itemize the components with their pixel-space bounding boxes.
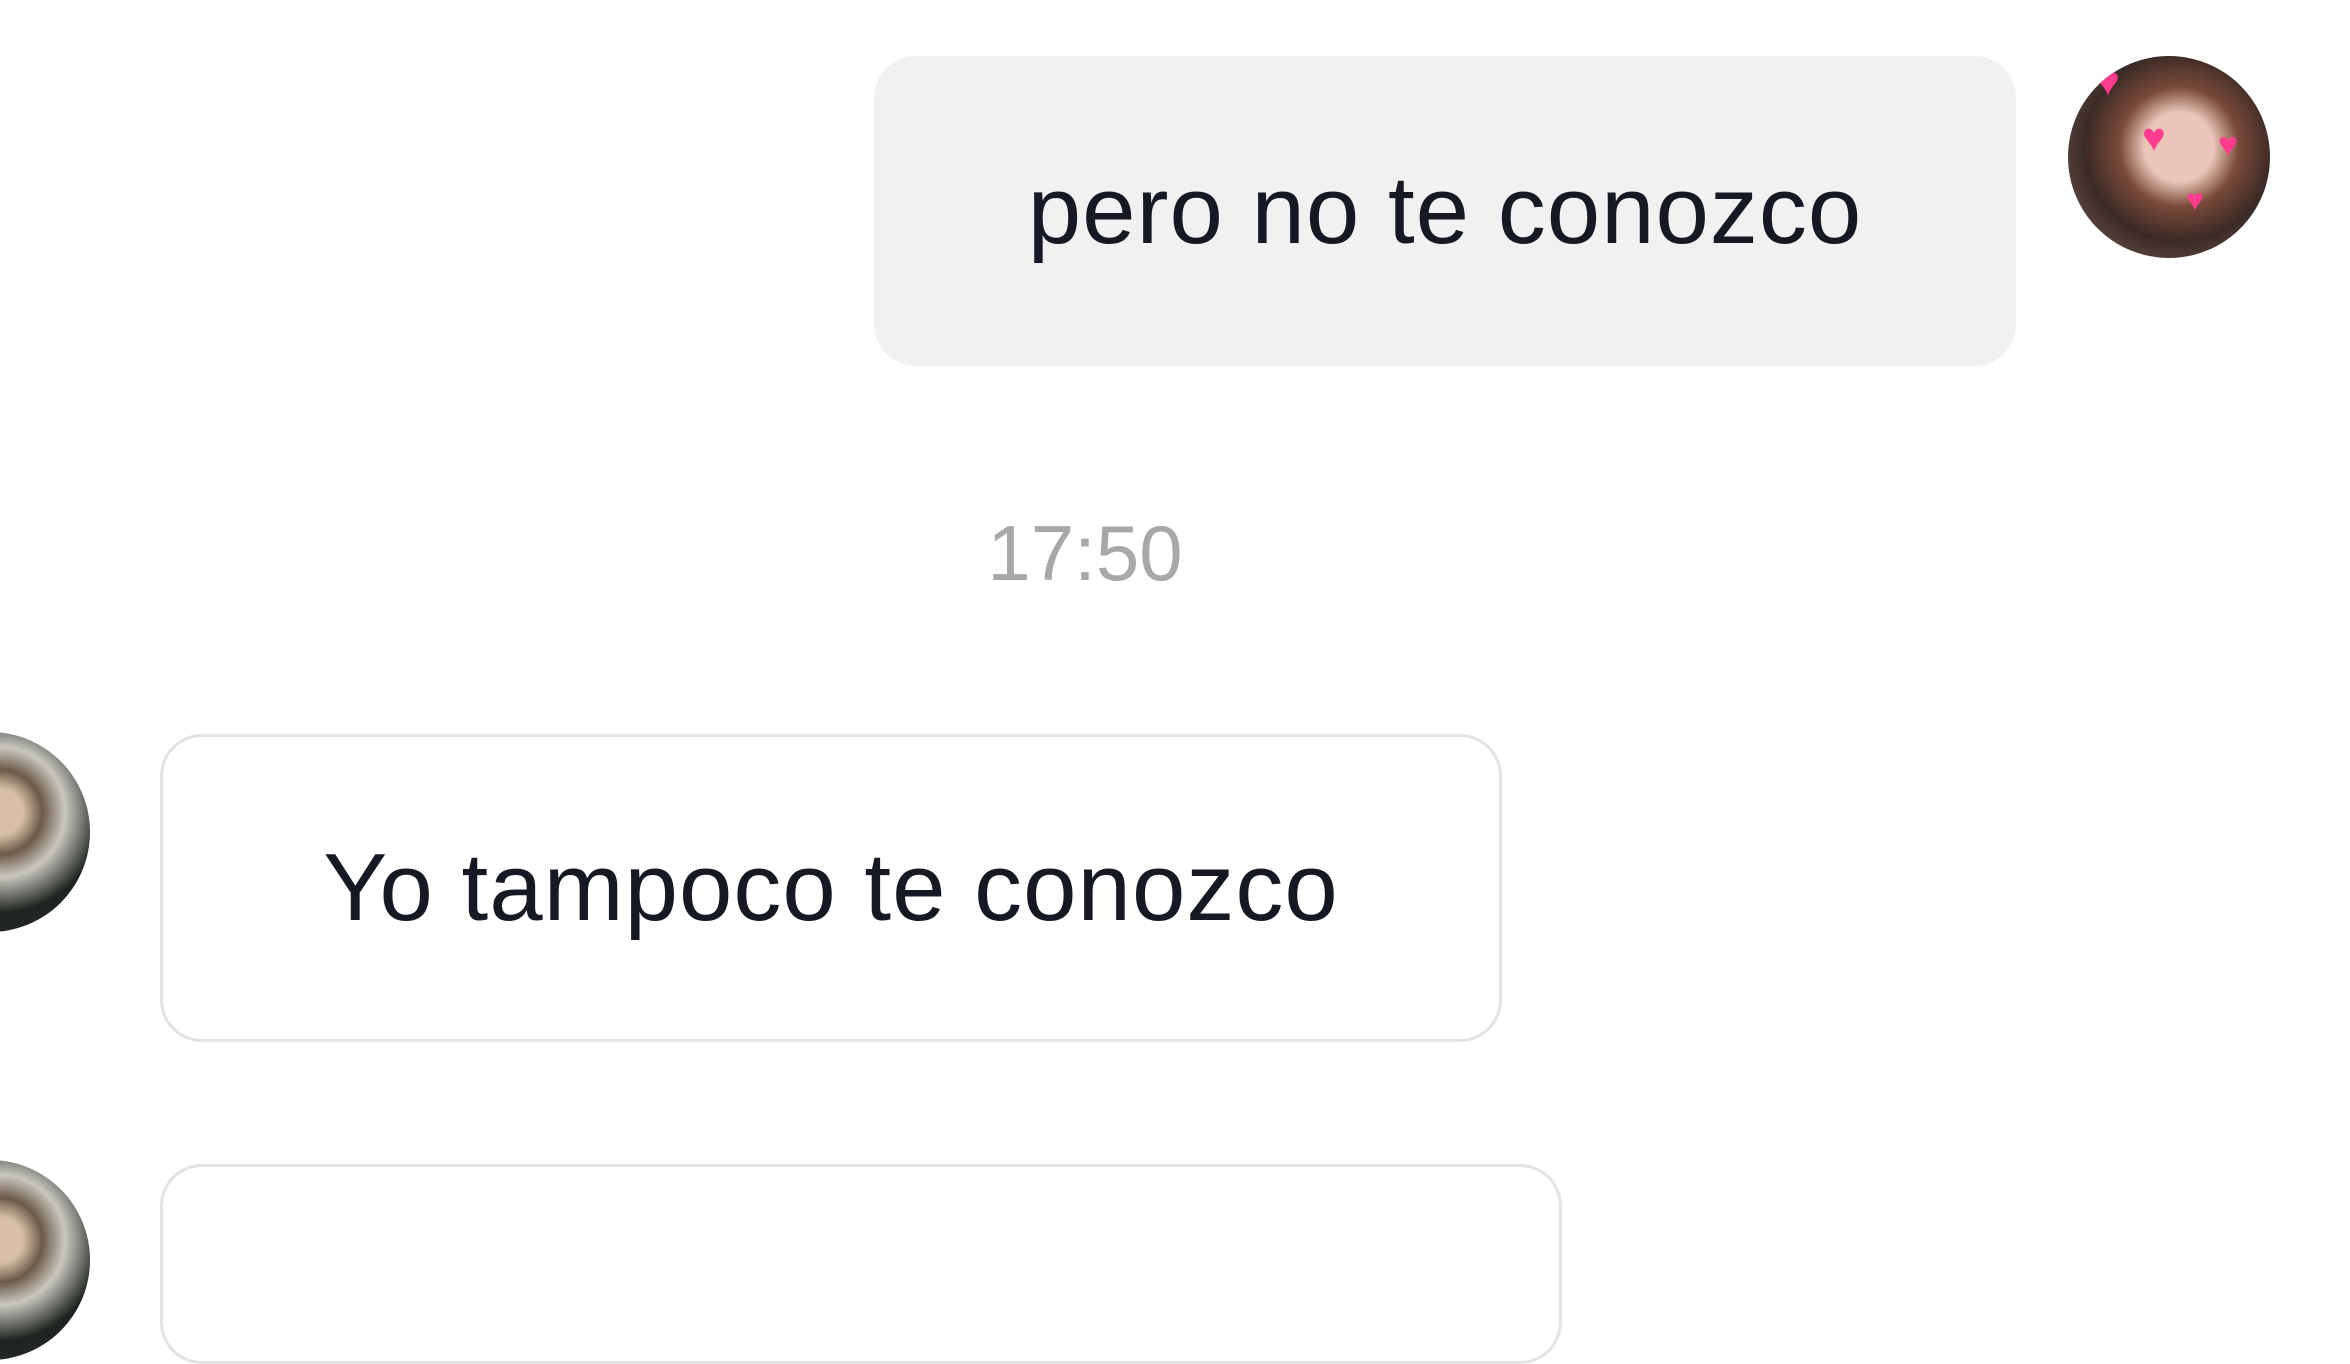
- incoming-message-bubble[interactable]: [160, 1164, 1562, 1364]
- heart-icon: ♥: [2218, 126, 2239, 164]
- message-timestamp: 17:50: [987, 509, 1183, 597]
- message-text: Yo tampoco te conozco: [323, 834, 1339, 941]
- outgoing-message-bubble[interactable]: pero no te conozco: [874, 56, 2016, 366]
- own-avatar[interactable]: ♥ ♥ ♥ ♥: [2068, 56, 2270, 258]
- incoming-message-bubble[interactable]: Yo tampoco te conozco: [160, 734, 1502, 1042]
- heart-icon: ♥: [2096, 60, 2120, 104]
- message-text: pero no te conozco: [1027, 157, 1863, 264]
- heart-icon: ♥: [2186, 184, 2204, 217]
- contact-avatar[interactable]: [0, 732, 90, 932]
- contact-avatar[interactable]: [0, 1160, 90, 1360]
- chat-thread: pero no te conozco ♥ ♥ ♥ ♥ 17:50 Yo tamp…: [0, 0, 2350, 1364]
- heart-icon: ♥: [2142, 116, 2166, 160]
